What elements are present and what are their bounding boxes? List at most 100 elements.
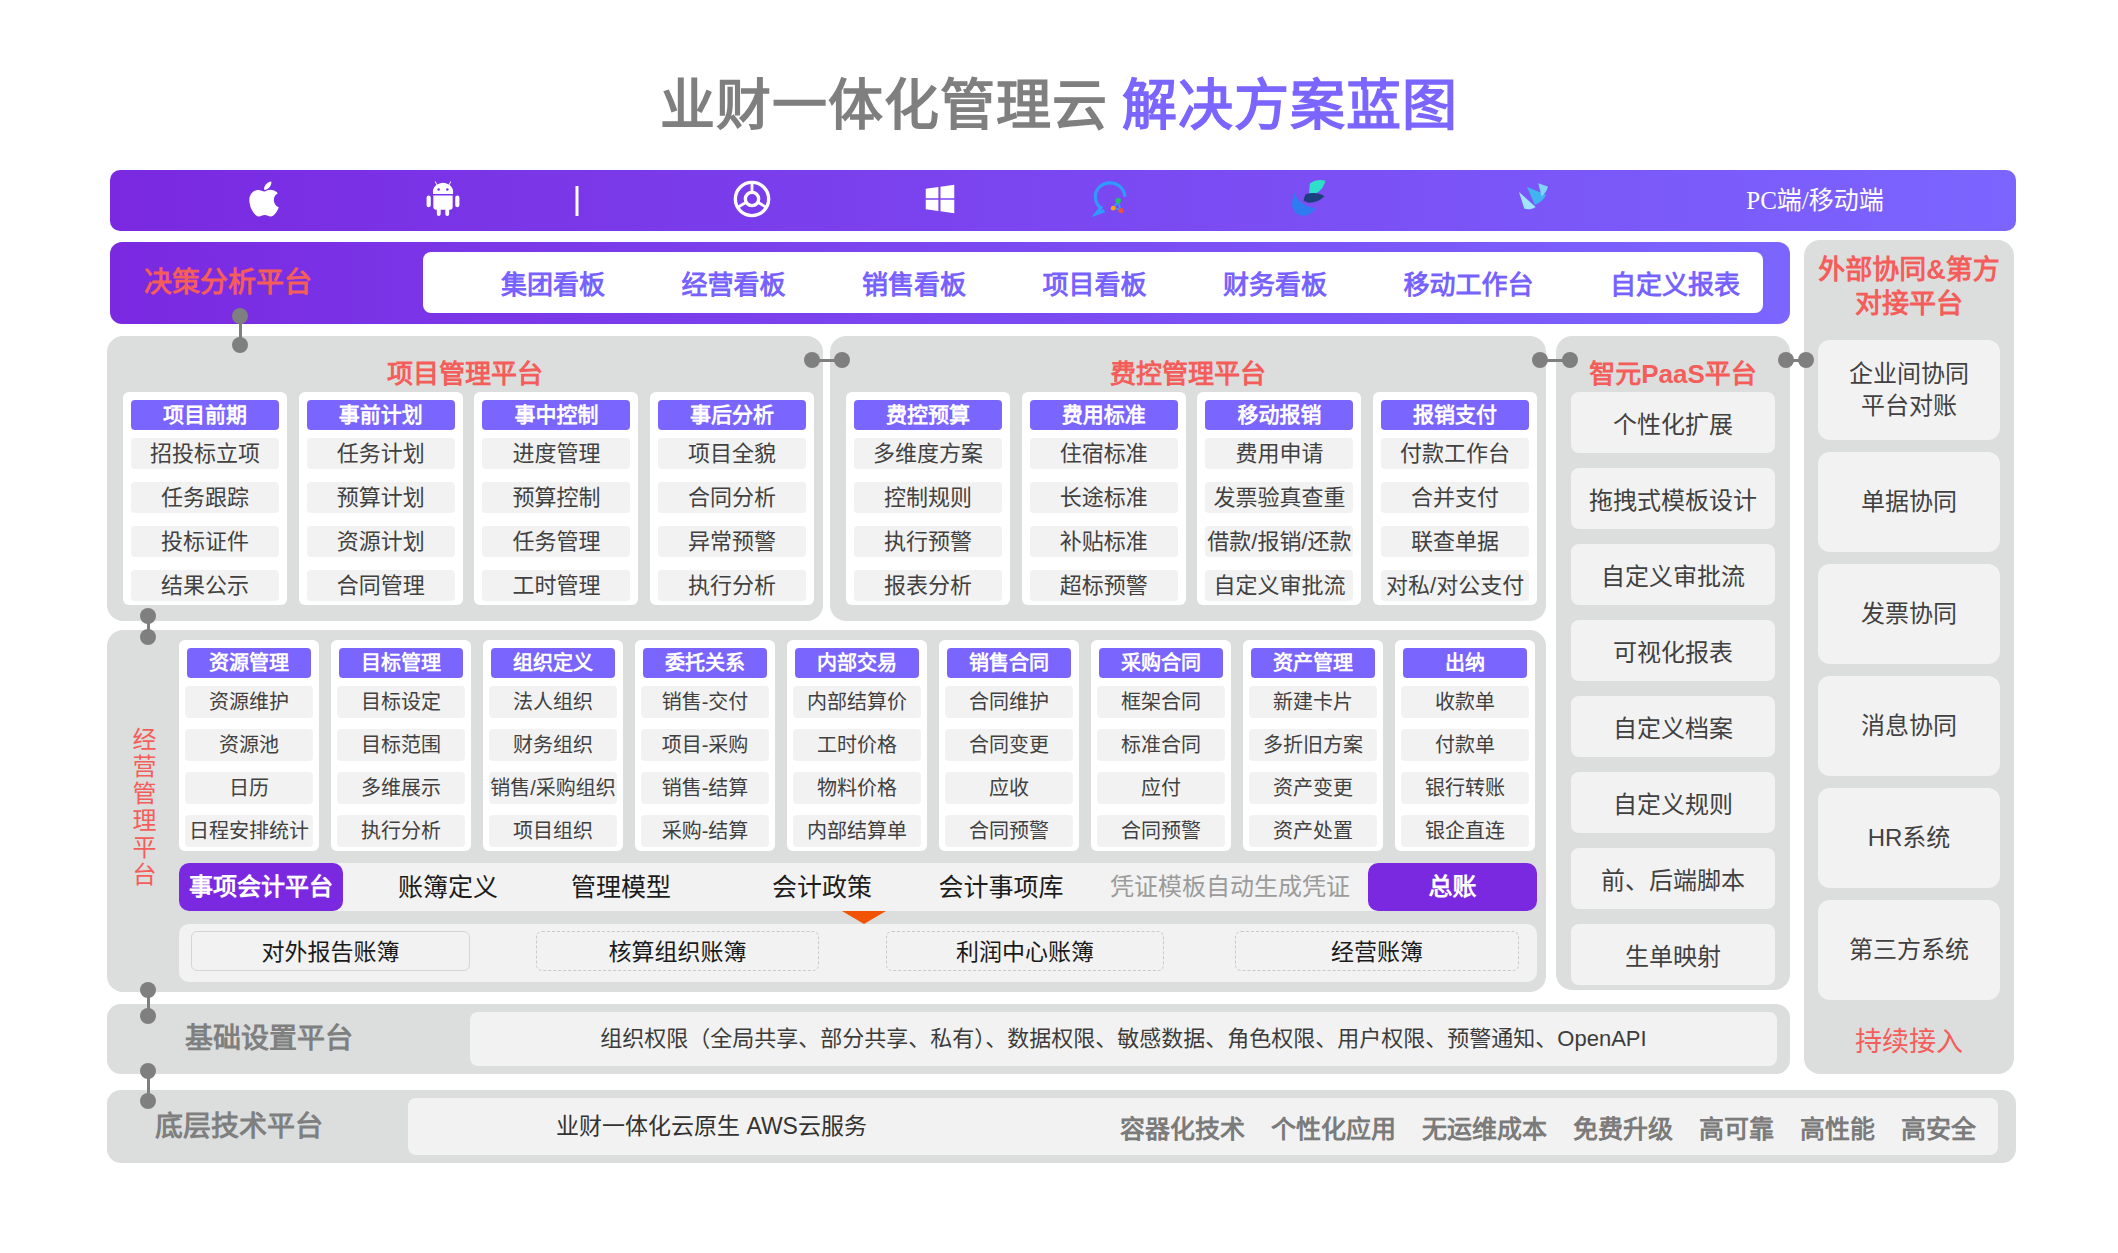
general-ledger-button[interactable]: 总账	[1368, 863, 1537, 911]
operation-item: 银企直连	[1401, 815, 1529, 847]
infra-feature: 免费升级	[1573, 1109, 1673, 1145]
operation-column-header: 采购合同	[1099, 648, 1223, 678]
expense-item: 控制规则	[854, 482, 1002, 513]
operation-column-header: 销售合同	[947, 648, 1071, 678]
ledger-box: 经营账簿	[1235, 931, 1519, 971]
operation-item: 合同变更	[945, 729, 1073, 761]
connector-dot	[1562, 352, 1578, 368]
infra-feature: 无运维成本	[1422, 1109, 1547, 1145]
foundation-content: 组织权限（全局共享、部分共享、私有）、数据权限、敏感数据、角色权限、用户权限、预…	[470, 1012, 1777, 1066]
operation-column-header: 内部交易	[795, 648, 919, 678]
operation-item: 执行分析	[337, 815, 465, 847]
project-item: 进度管理	[482, 438, 630, 469]
project-column-header: 事后分析	[658, 400, 806, 430]
external-item: 单据协同	[1818, 452, 2000, 552]
external-platform-panel: 外部协同&第方对接平台 企业间协同 平台对账单据协同发票协同消息协同HR系统第三…	[1804, 240, 2014, 1074]
operation-item: 日历	[185, 772, 313, 804]
android-icon	[423, 179, 463, 223]
decision-tab-3[interactable]: 销售看板	[862, 264, 966, 301]
paas-item: 可视化报表	[1571, 620, 1775, 681]
decision-platform-title: 决策分析平台	[144, 242, 312, 324]
external-footer: 持续接入	[1804, 1020, 2014, 1059]
connector-dot	[140, 1093, 156, 1109]
decision-tab-7[interactable]: 自定义报表	[1610, 264, 1740, 301]
connector-dot	[140, 629, 156, 645]
external-item: HR系统	[1818, 788, 2000, 888]
operation-item: 销售-结算	[641, 772, 769, 804]
paas-item: 生单映射	[1571, 924, 1775, 985]
operation-item: 销售-交付	[641, 686, 769, 718]
project-column-header: 事前计划	[307, 400, 455, 430]
project-column-2: 事前计划任务计划预算计划资源计划合同管理	[299, 392, 463, 605]
connector-dot	[140, 1008, 156, 1024]
foundation-platform-row: 基础设置平台 组织权限（全局共享、部分共享、私有）、数据权限、敏感数据、角色权限…	[107, 1004, 1790, 1074]
operation-item: 收款单	[1401, 686, 1529, 718]
operation-column-header: 组织定义	[491, 648, 615, 678]
expense-column-2: 费用标准住宿标准长途标准补贴标准超标预警	[1022, 392, 1186, 605]
expense-item: 联查单据	[1381, 526, 1529, 557]
decision-tab-1[interactable]: 集团看板	[501, 264, 605, 301]
page-title: 业财一体化管理云解决方案蓝图	[0, 60, 2118, 140]
operation-item: 合同预警	[945, 815, 1073, 847]
expense-item: 付款工作台	[1381, 438, 1529, 469]
expense-item: 自定义审批流	[1205, 570, 1353, 601]
expense-column-header: 移动报销	[1205, 400, 1353, 430]
apple-icon	[247, 179, 281, 223]
decision-tab-6[interactable]: 移动工作台	[1403, 264, 1533, 301]
page-title-accent: 解决方案蓝图	[1122, 74, 1458, 136]
dingtalk-icon	[1286, 177, 1330, 225]
operation-item: 付款单	[1401, 729, 1529, 761]
page-title-main: 业财一体化管理云	[660, 74, 1108, 136]
connector-dot	[140, 982, 156, 998]
connector-dot	[804, 352, 820, 368]
project-item: 预算控制	[482, 482, 630, 513]
operation-item: 目标范围	[337, 729, 465, 761]
project-platform-panel: 项目管理平台 项目前期招投标立项任务跟踪投标证件结果公示事前计划任务计划预算计划…	[107, 336, 823, 621]
connector-dot	[1532, 352, 1548, 368]
operation-item: 销售/采购组织	[489, 772, 617, 804]
paas-item: 自定义审批流	[1571, 544, 1775, 605]
infra-feature: 高安全	[1901, 1109, 1976, 1145]
expense-item: 执行预警	[854, 526, 1002, 557]
paas-item: 自定义规则	[1571, 772, 1775, 833]
operation-item: 目标设定	[337, 686, 465, 718]
accounting-item: 账簿定义	[398, 863, 498, 911]
infra-feature: 容器化技术	[1120, 1109, 1245, 1145]
infra-feature: 高可靠	[1699, 1109, 1774, 1145]
project-item: 合同分析	[658, 482, 806, 513]
operation-column-header: 出纳	[1403, 648, 1527, 678]
expense-column-3: 移动报销费用申请发票验真查重借款/报销/还款自定义审批流	[1197, 392, 1361, 605]
os-platform-bar: PC端/移动端	[110, 170, 2016, 231]
external-item: 第三方系统	[1818, 900, 2000, 1000]
expense-item: 报表分析	[854, 570, 1002, 601]
operation-item: 资产处置	[1249, 815, 1377, 847]
operation-item: 多维展示	[337, 772, 465, 804]
decision-tab-bar: 集团看板 经营看板 销售看板 项目看板 财务看板 移动工作台 自定义报表	[423, 252, 1763, 313]
operation-column-3: 组织定义法人组织财务组织销售/采购组织项目组织	[483, 640, 623, 851]
expense-column-1: 费控预算多维度方案控制规则执行预警报表分析	[846, 392, 1010, 605]
expense-item: 多维度方案	[854, 438, 1002, 469]
decision-tab-4[interactable]: 项目看板	[1042, 264, 1146, 301]
expense-item: 长途标准	[1030, 482, 1178, 513]
connector-dot	[1798, 352, 1814, 368]
windows-icon	[921, 180, 959, 222]
accounting-platform-button[interactable]: 事项会计平台	[179, 863, 343, 911]
decision-tab-5[interactable]: 财务看板	[1223, 264, 1327, 301]
connector-dot	[1778, 352, 1794, 368]
operation-item: 框架合同	[1097, 686, 1225, 718]
operation-item: 项目-采购	[641, 729, 769, 761]
decision-tab-2[interactable]: 经营看板	[681, 264, 785, 301]
expense-column-header: 费用标准	[1030, 400, 1178, 430]
operation-column-header: 资产管理	[1251, 648, 1375, 678]
operation-item: 内部结算单	[793, 815, 921, 847]
down-triangle-icon	[842, 911, 886, 924]
expense-item: 借款/报销/还款	[1205, 526, 1353, 557]
operation-item: 资源池	[185, 729, 313, 761]
expense-item: 合并支付	[1381, 482, 1529, 513]
connector-dot	[232, 337, 248, 353]
external-item: 消息协同	[1818, 676, 2000, 776]
accounting-item: 管理模型	[571, 863, 671, 911]
paas-item: 自定义档案	[1571, 696, 1775, 757]
connector-dot	[834, 352, 850, 368]
project-item: 任务管理	[482, 526, 630, 557]
